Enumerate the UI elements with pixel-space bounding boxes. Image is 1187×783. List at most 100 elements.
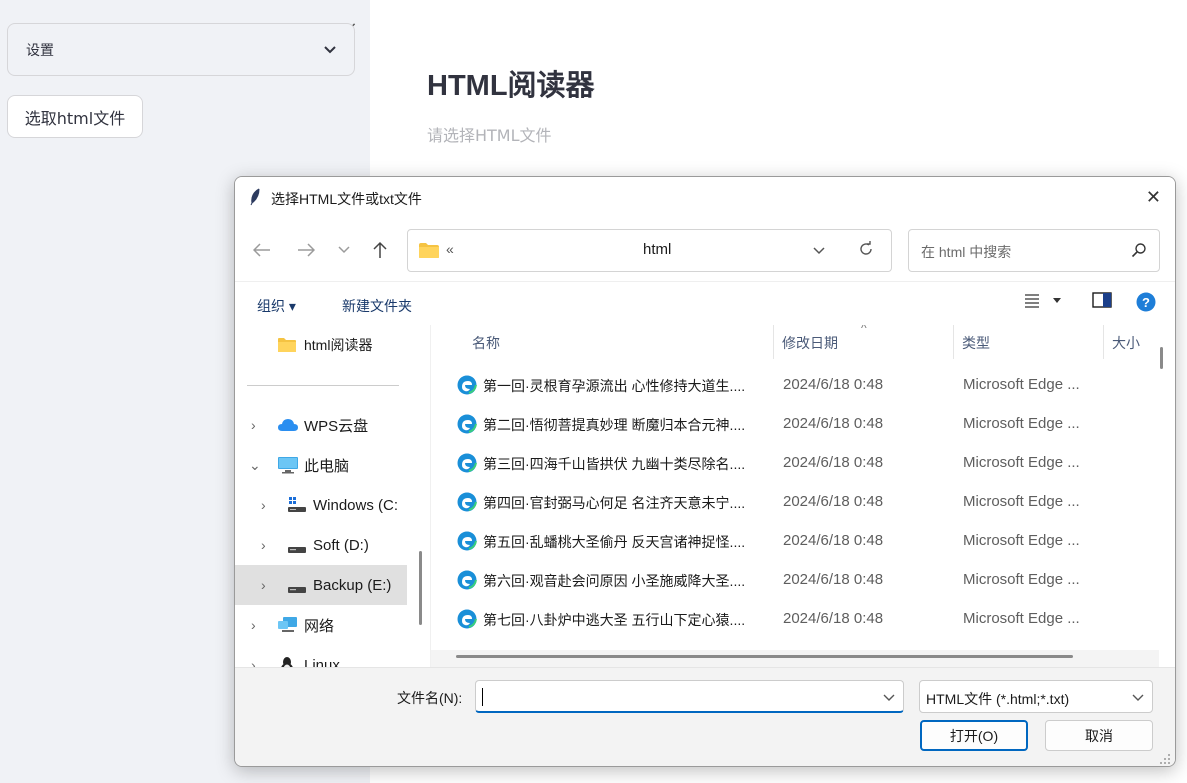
- nav-item-label: WPS云盘: [304, 417, 369, 435]
- chevron-right-icon[interactable]: ›: [261, 537, 266, 553]
- nav-item-linux[interactable]: › Linux: [235, 645, 430, 667]
- computer-icon: [277, 456, 299, 477]
- column-header-date[interactable]: 修改日期: [782, 333, 838, 357]
- organize-menu[interactable]: 组织 ▾: [257, 296, 296, 316]
- address-overflow-chevron[interactable]: «: [446, 241, 454, 257]
- drive-icon: [287, 541, 307, 557]
- folder-icon: [277, 337, 297, 356]
- chevron-down-icon[interactable]: [883, 690, 895, 709]
- file-type: Microsoft Edge ...: [963, 571, 1080, 588]
- search-input[interactable]: 在 html 中搜索: [921, 242, 1011, 262]
- column-divider[interactable]: [1103, 325, 1104, 359]
- table-row[interactable]: 第三回·四海千山皆拱伏 九幽十类尽除名.... 2024/6/18 0:48 M…: [431, 443, 1159, 482]
- chevron-right-icon[interactable]: ›: [261, 497, 266, 513]
- edge-file-icon: [457, 609, 477, 634]
- file-name: 第一回·灵根育孕源流出 心性修持大道生....: [483, 378, 746, 394]
- file-date: 2024/6/18 0:48: [783, 532, 884, 549]
- refresh-icon[interactable]: [858, 241, 874, 262]
- edge-file-icon: [457, 375, 477, 400]
- address-dropdown-icon[interactable]: [813, 242, 825, 263]
- filename-field[interactable]: [475, 680, 904, 713]
- file-name: 第四回·官封弼马心何足 名注齐天意未宁....: [483, 495, 746, 511]
- column-divider[interactable]: [773, 325, 774, 359]
- file-list-vertical-scrollbar[interactable]: [1160, 347, 1163, 369]
- column-header-size[interactable]: 大小: [1112, 333, 1140, 357]
- column-header-name[interactable]: 名称: [472, 333, 500, 357]
- folder-icon: [418, 242, 440, 264]
- cancel-button[interactable]: 取消: [1045, 720, 1153, 751]
- nav-item-label: Soft (D:): [313, 536, 369, 554]
- chevron-down-icon: [324, 45, 336, 54]
- nav-pane-scrollbar[interactable]: [419, 551, 422, 625]
- file-date: 2024/6/18 0:48: [783, 493, 884, 510]
- nav-item-label: html阅读器: [304, 337, 373, 353]
- chevron-right-icon[interactable]: ›: [251, 417, 256, 433]
- file-type-value: HTML文件 (*.html;*.txt): [926, 691, 1070, 707]
- nav-divider: [247, 385, 399, 386]
- nav-item-soft-drive[interactable]: › Soft (D:): [235, 525, 430, 565]
- file-open-dialog: 选择HTML文件或txt文件 ✕ « html 在 html 中搜索 组织 ▾ …: [234, 176, 1176, 767]
- chevron-right-icon[interactable]: ›: [261, 577, 266, 593]
- back-arrow-icon[interactable]: [249, 237, 275, 263]
- chevron-right-icon[interactable]: ›: [251, 617, 256, 633]
- chevron-down-icon[interactable]: ⌄: [249, 457, 261, 474]
- table-row[interactable]: 第二回·悟彻菩提真妙理 断魔归本合元神.... 2024/6/18 0:48 M…: [431, 404, 1159, 443]
- chevron-down-icon: [1132, 690, 1144, 709]
- file-name: 第六回·观音赴会问原因 小圣施威降大圣....: [483, 573, 746, 589]
- close-icon[interactable]: ✕: [1146, 188, 1161, 206]
- dialog-footer: 文件名(N): HTML文件 (*.html;*.txt) 打开(O) 取消: [235, 667, 1175, 766]
- open-button[interactable]: 打开(O): [920, 720, 1028, 751]
- navigation-bar: « html 在 html 中搜索: [235, 217, 1175, 281]
- file-name: 第三回·四海千山皆拱伏 九幽十类尽除名....: [483, 456, 746, 472]
- nav-item-label: Backup (E:): [313, 576, 392, 594]
- settings-expander-label: 设置: [26, 42, 54, 59]
- address-bar[interactable]: « html: [407, 229, 892, 272]
- file-type-select[interactable]: HTML文件 (*.html;*.txt): [919, 680, 1153, 713]
- table-row[interactable]: 第一回·灵根育孕源流出 心性修持大道生.... 2024/6/18 0:48 M…: [431, 365, 1159, 404]
- up-arrow-icon[interactable]: [367, 237, 393, 263]
- table-row[interactable]: 第七回·八卦炉中逃大圣 五行山下定心猿.... 2024/6/18 0:48 M…: [431, 599, 1159, 638]
- pick-html-file-button[interactable]: 选取html文件: [7, 95, 143, 138]
- file-date: 2024/6/18 0:48: [783, 376, 884, 393]
- table-row[interactable]: 第四回·官封弼马心何足 名注齐天意未宁.... 2024/6/18 0:48 M…: [431, 482, 1159, 521]
- file-type: Microsoft Edge ...: [963, 376, 1080, 393]
- text-caret: [482, 688, 483, 706]
- address-path: html: [643, 241, 672, 258]
- preview-pane-icon[interactable]: [1092, 292, 1112, 313]
- table-row[interactable]: 第六回·观音赴会问原因 小圣施威降大圣.... 2024/6/18 0:48 M…: [431, 560, 1159, 599]
- svg-text:?: ?: [1142, 295, 1150, 310]
- column-header-type[interactable]: 类型: [962, 333, 990, 357]
- drive-icon: [287, 581, 307, 597]
- file-type: Microsoft Edge ...: [963, 493, 1080, 510]
- linux-icon: [279, 655, 295, 667]
- file-list-horizontal-scrollbar[interactable]: [456, 655, 1073, 658]
- recent-locations-chevron-icon[interactable]: [331, 237, 357, 263]
- dialog-titlebar[interactable]: 选择HTML文件或txt文件 ✕: [235, 177, 1175, 217]
- nav-item-this-pc[interactable]: ⌄ 此电脑: [235, 445, 430, 485]
- file-date: 2024/6/18 0:48: [783, 571, 884, 588]
- file-name: 第五回·乱蟠桃大圣偷丹 反天宫诸神捉怪....: [483, 534, 746, 550]
- table-row[interactable]: 第五回·乱蟠桃大圣偷丹 反天宫诸神捉怪.... 2024/6/18 0:48 M…: [431, 521, 1159, 560]
- edge-file-icon: [457, 531, 477, 556]
- search-box[interactable]: 在 html 中搜索: [908, 229, 1160, 272]
- nav-item-html-reader[interactable]: html阅读器: [235, 325, 430, 365]
- settings-expander[interactable]: 设置: [7, 23, 355, 76]
- resize-grip-icon[interactable]: [1159, 752, 1171, 764]
- nav-item-windows-drive[interactable]: › Windows (C:: [235, 485, 430, 525]
- nav-item-backup-drive[interactable]: › Backup (E:): [235, 565, 407, 605]
- cloud-icon: [277, 418, 299, 435]
- chevron-right-icon[interactable]: ›: [251, 657, 256, 667]
- view-options-icon[interactable]: [1023, 292, 1063, 313]
- search-icon[interactable]: [1131, 242, 1147, 263]
- column-divider[interactable]: [953, 325, 954, 359]
- nav-item-network[interactable]: › 网络: [235, 605, 430, 645]
- network-icon: [277, 616, 299, 637]
- file-type: Microsoft Edge ...: [963, 415, 1080, 432]
- forward-arrow-icon[interactable]: [293, 237, 319, 263]
- help-icon[interactable]: ?: [1136, 292, 1156, 317]
- page-title: HTML阅读器: [427, 70, 595, 102]
- nav-item-wps-cloud[interactable]: › WPS云盘: [235, 405, 430, 445]
- new-folder-button[interactable]: 新建文件夹: [342, 296, 412, 316]
- file-type: Microsoft Edge ...: [963, 454, 1080, 471]
- file-type: Microsoft Edge ...: [963, 532, 1080, 549]
